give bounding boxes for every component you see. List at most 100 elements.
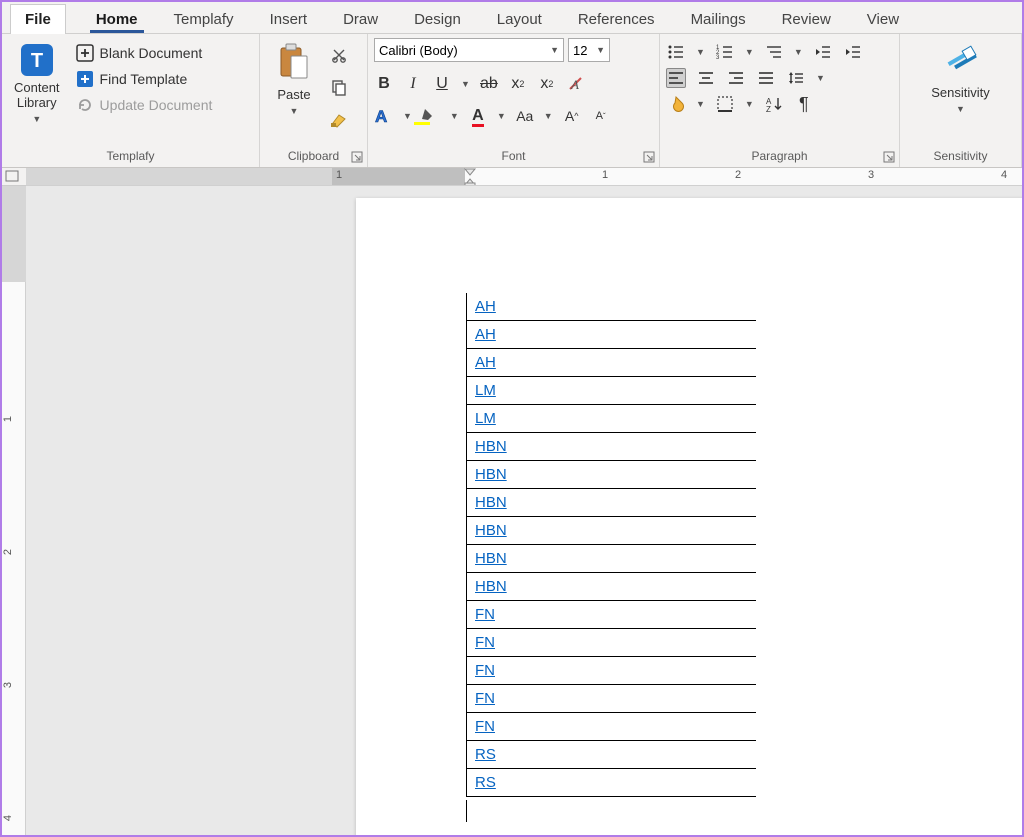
line-spacing-button[interactable]	[786, 68, 806, 88]
hyperlink[interactable]: HBN	[475, 466, 507, 483]
hyperlink[interactable]: FN	[475, 662, 495, 679]
hruler-mark-1: 1	[602, 169, 608, 181]
chevron-down-icon[interactable]: ▼	[816, 73, 825, 83]
show-paragraph-marks-button[interactable]: ¶	[794, 94, 814, 114]
hyperlink[interactable]: FN	[475, 634, 495, 651]
ruler-corner[interactable]	[2, 168, 26, 186]
group-templafy: T Content Library ▼ Blank Document Find …	[2, 34, 260, 167]
shrink-font-button[interactable]: Aˇ	[591, 106, 611, 126]
hyperlink[interactable]: FN	[475, 606, 495, 623]
align-right-button[interactable]	[726, 68, 746, 88]
hyperlink[interactable]: RS	[475, 746, 496, 763]
format-painter-button[interactable]	[328, 108, 350, 130]
cut-button[interactable]	[328, 44, 350, 66]
paste-button[interactable]: Paste ▼	[266, 38, 322, 120]
hyperlink[interactable]: AH	[475, 298, 496, 315]
hyperlink[interactable]: FN	[475, 718, 495, 735]
hyperlink[interactable]: HBN	[475, 550, 507, 567]
chevron-down-icon[interactable]: ▼	[745, 47, 754, 57]
group-clipboard-label: Clipboard	[266, 147, 361, 165]
decrease-indent-button[interactable]	[813, 42, 833, 62]
grow-font-button[interactable]: A^	[562, 106, 582, 126]
hyperlink[interactable]: RS	[475, 774, 496, 791]
chevron-down-icon[interactable]: ▼	[794, 47, 803, 57]
align-center-button[interactable]	[696, 68, 716, 88]
sort-button[interactable]: AZ	[764, 94, 784, 114]
clear-formatting-button[interactable]: A	[566, 74, 586, 94]
page: AH AH AH LM LM HBN HBN HBN HBN HBN HBN F…	[356, 198, 1022, 835]
highlight-button[interactable]	[421, 106, 441, 126]
tab-file[interactable]: File	[10, 4, 66, 34]
clipboard-dialog-launcher[interactable]	[351, 151, 363, 163]
chevron-down-icon[interactable]: ▼	[403, 111, 412, 121]
paragraph-dialog-launcher[interactable]	[883, 151, 895, 163]
sensitivity-button[interactable]: Sensitivity ▼	[925, 38, 996, 118]
multilevel-list-button[interactable]	[764, 42, 784, 62]
tab-templafy[interactable]: Templafy	[168, 5, 240, 33]
font-dialog-launcher[interactable]	[643, 151, 655, 163]
font-name-select[interactable]: Calibri (Body) ▼	[374, 38, 564, 62]
font-size-value: 12	[573, 43, 587, 58]
tab-layout[interactable]: Layout	[491, 5, 548, 33]
bullets-button[interactable]	[666, 42, 686, 62]
tab-design[interactable]: Design	[408, 5, 467, 33]
superscript-button[interactable]: x2	[537, 74, 557, 94]
chevron-down-icon[interactable]: ▼	[450, 111, 459, 121]
content-library-label: Content Library	[14, 81, 60, 111]
underline-button[interactable]: U	[432, 74, 452, 94]
hyperlink[interactable]: LM	[475, 410, 496, 427]
table-row: RS	[467, 741, 756, 769]
strikethrough-button[interactable]: ab	[479, 74, 499, 94]
tab-insert[interactable]: Insert	[264, 5, 314, 33]
hyperlink[interactable]: HBN	[475, 578, 507, 595]
copy-button[interactable]	[328, 76, 350, 98]
document-canvas[interactable]: AH AH AH LM LM HBN HBN HBN HBN HBN HBN F…	[26, 186, 1022, 835]
hyperlink[interactable]: LM	[475, 382, 496, 399]
vruler-mark-3: 3	[2, 682, 14, 688]
chevron-down-icon[interactable]: ▼	[497, 111, 506, 121]
first-line-indent-marker[interactable]	[464, 168, 474, 186]
hyperlink[interactable]: FN	[475, 690, 495, 707]
tab-draw[interactable]: Draw	[337, 5, 384, 33]
borders-button[interactable]	[715, 94, 735, 114]
table-row: FN	[467, 713, 756, 741]
hyperlink[interactable]: AH	[475, 326, 496, 343]
increase-indent-button[interactable]	[843, 42, 863, 62]
tab-review[interactable]: Review	[776, 5, 837, 33]
font-color-button[interactable]: A	[468, 106, 488, 126]
change-case-button[interactable]: Aa	[515, 106, 535, 126]
chevron-down-icon[interactable]: ▼	[745, 99, 754, 109]
hyperlink[interactable]: HBN	[475, 522, 507, 539]
chevron-down-icon[interactable]: ▼	[544, 111, 553, 121]
font-size-select[interactable]: 12 ▼	[568, 38, 610, 62]
tab-view[interactable]: View	[861, 5, 905, 33]
group-paragraph: ▼ 123 ▼ ▼ ▼ ▼ ▼ AZ	[660, 34, 900, 167]
subscript-button[interactable]: x2	[508, 74, 528, 94]
chevron-down-icon[interactable]: ▼	[461, 79, 470, 89]
hyperlink[interactable]: HBN	[475, 438, 507, 455]
justify-button[interactable]	[756, 68, 776, 88]
tab-mailings[interactable]: Mailings	[685, 5, 752, 33]
tab-references[interactable]: References	[572, 5, 661, 33]
table-row: AH	[467, 349, 756, 377]
hyperlink[interactable]: HBN	[475, 494, 507, 511]
find-template-label: Find Template	[100, 71, 188, 87]
bold-button[interactable]: B	[374, 74, 394, 94]
group-sensitivity: Sensitivity ▼ Sensitivity	[900, 34, 1022, 167]
find-template-button[interactable]: Find Template	[72, 68, 217, 90]
numbering-button[interactable]: 123	[715, 42, 735, 62]
shading-button[interactable]	[666, 94, 686, 114]
align-left-button[interactable]	[666, 68, 686, 88]
tab-home[interactable]: Home	[90, 5, 144, 33]
ribbon: T Content Library ▼ Blank Document Find …	[2, 34, 1022, 168]
italic-button[interactable]: I	[403, 74, 423, 94]
text-effects-button[interactable]: A	[374, 106, 394, 126]
hyperlink[interactable]: AH	[475, 354, 496, 371]
hruler-mark-left-1: 1	[336, 169, 342, 181]
group-paragraph-label: Paragraph	[666, 147, 893, 165]
chevron-down-icon[interactable]: ▼	[696, 47, 705, 57]
chevron-down-icon[interactable]: ▼	[696, 99, 705, 109]
document-table: AH AH AH LM LM HBN HBN HBN HBN HBN HBN F…	[466, 293, 756, 797]
blank-document-button[interactable]: Blank Document	[72, 42, 217, 64]
content-library-button[interactable]: T Content Library ▼	[8, 38, 66, 128]
